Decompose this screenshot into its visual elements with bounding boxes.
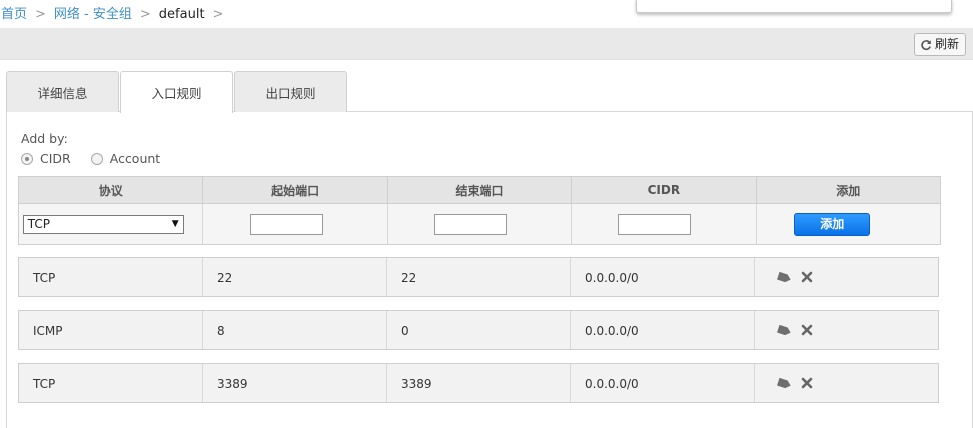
rule-start-port: 22 bbox=[203, 258, 387, 296]
rule-actions bbox=[755, 311, 938, 349]
rule-row: TCP 22 22 0.0.0.0/0 bbox=[18, 257, 939, 297]
dropdown-arrow-icon: ▼ bbox=[171, 218, 179, 229]
radio-cidr-control[interactable] bbox=[21, 152, 33, 165]
breadcrumb-home-link[interactable]: 首页 bbox=[1, 7, 27, 22]
add-cell: 添加 bbox=[756, 203, 941, 245]
breadcrumb-current: default bbox=[158, 7, 205, 22]
protocol-cell: TCP ▼ bbox=[18, 203, 204, 245]
protocol-select[interactable]: TCP ▼ bbox=[22, 214, 184, 234]
rule-protocol: ICMP bbox=[19, 311, 203, 349]
dropdown-popup-edge bbox=[636, 0, 952, 13]
add-rule-form: 协议 起始端口 结束端口 CIDR 添加 TCP ▼ 添加 bbox=[18, 176, 941, 245]
rule-start-port: 3389 bbox=[203, 364, 387, 402]
start-port-input[interactable] bbox=[249, 213, 323, 235]
header-protocol: 协议 bbox=[18, 176, 204, 205]
add-by-radio-group: CIDR Account bbox=[21, 151, 180, 166]
refresh-icon bbox=[920, 39, 932, 51]
rule-row: TCP 3389 3389 0.0.0.0/0 bbox=[18, 363, 939, 403]
end-port-input[interactable] bbox=[433, 213, 507, 235]
tab-ingress-rules[interactable]: 入口规则 bbox=[120, 71, 233, 113]
tab-details[interactable]: 详细信息 bbox=[6, 71, 119, 112]
refresh-button[interactable]: 刷新 bbox=[913, 33, 966, 56]
header-start-port: 起始端口 bbox=[202, 176, 388, 205]
protocol-select-value: TCP bbox=[27, 216, 50, 231]
rule-end-port: 0 bbox=[387, 311, 571, 349]
start-port-cell bbox=[202, 203, 388, 245]
rule-start-port: 8 bbox=[203, 311, 387, 349]
main-content: 详细信息 入口规则 出口规则 Add by: CIDR Account 协议 起… bbox=[0, 61, 973, 428]
radio-cidr-label: CIDR bbox=[40, 151, 71, 166]
radio-account[interactable]: Account bbox=[90, 151, 161, 166]
cidr-input[interactable] bbox=[618, 213, 692, 235]
tag-icon[interactable] bbox=[777, 324, 792, 336]
header-add: 添加 bbox=[756, 176, 941, 205]
tab-egress-rules[interactable]: 出口规则 bbox=[234, 71, 347, 112]
header-end-port: 结束端口 bbox=[387, 176, 573, 205]
radio-account-control[interactable] bbox=[90, 152, 103, 165]
breadcrumb-separator: > bbox=[212, 7, 224, 22]
rule-protocol: TCP bbox=[19, 364, 203, 402]
tag-icon[interactable] bbox=[777, 271, 792, 283]
rule-actions bbox=[755, 364, 938, 402]
add-rule-button[interactable]: 添加 bbox=[794, 212, 871, 236]
tag-icon[interactable] bbox=[777, 377, 792, 389]
rule-cidr: 0.0.0.0/0 bbox=[571, 364, 755, 402]
rule-protocol: TCP bbox=[19, 258, 203, 296]
refresh-label: 刷新 bbox=[934, 37, 959, 51]
tab-bar: 详细信息 入口规则 出口规则 bbox=[6, 71, 348, 113]
breadcrumb-security-group-link[interactable]: 网络 - 安全组 bbox=[54, 7, 132, 22]
rule-end-port: 3389 bbox=[387, 364, 571, 402]
header-cidr: CIDR bbox=[571, 176, 757, 205]
radio-account-label: Account bbox=[109, 151, 161, 166]
rule-end-port: 22 bbox=[387, 258, 571, 296]
rule-actions bbox=[755, 258, 938, 296]
breadcrumb-separator: > bbox=[35, 7, 46, 22]
add-by-label: Add by: bbox=[21, 131, 68, 146]
breadcrumb-separator: > bbox=[139, 7, 151, 22]
radio-cidr[interactable]: CIDR bbox=[21, 151, 71, 166]
rule-cidr: 0.0.0.0/0 bbox=[571, 258, 755, 296]
toolbar: 刷新 bbox=[0, 28, 973, 60]
rule-cidr: 0.0.0.0/0 bbox=[571, 311, 755, 349]
rule-row: ICMP 8 0 0.0.0.0/0 bbox=[18, 310, 939, 350]
end-port-cell bbox=[387, 203, 573, 245]
delete-icon[interactable] bbox=[801, 271, 813, 283]
delete-icon[interactable] bbox=[801, 377, 813, 389]
cidr-cell bbox=[571, 203, 757, 245]
delete-icon[interactable] bbox=[801, 324, 813, 336]
